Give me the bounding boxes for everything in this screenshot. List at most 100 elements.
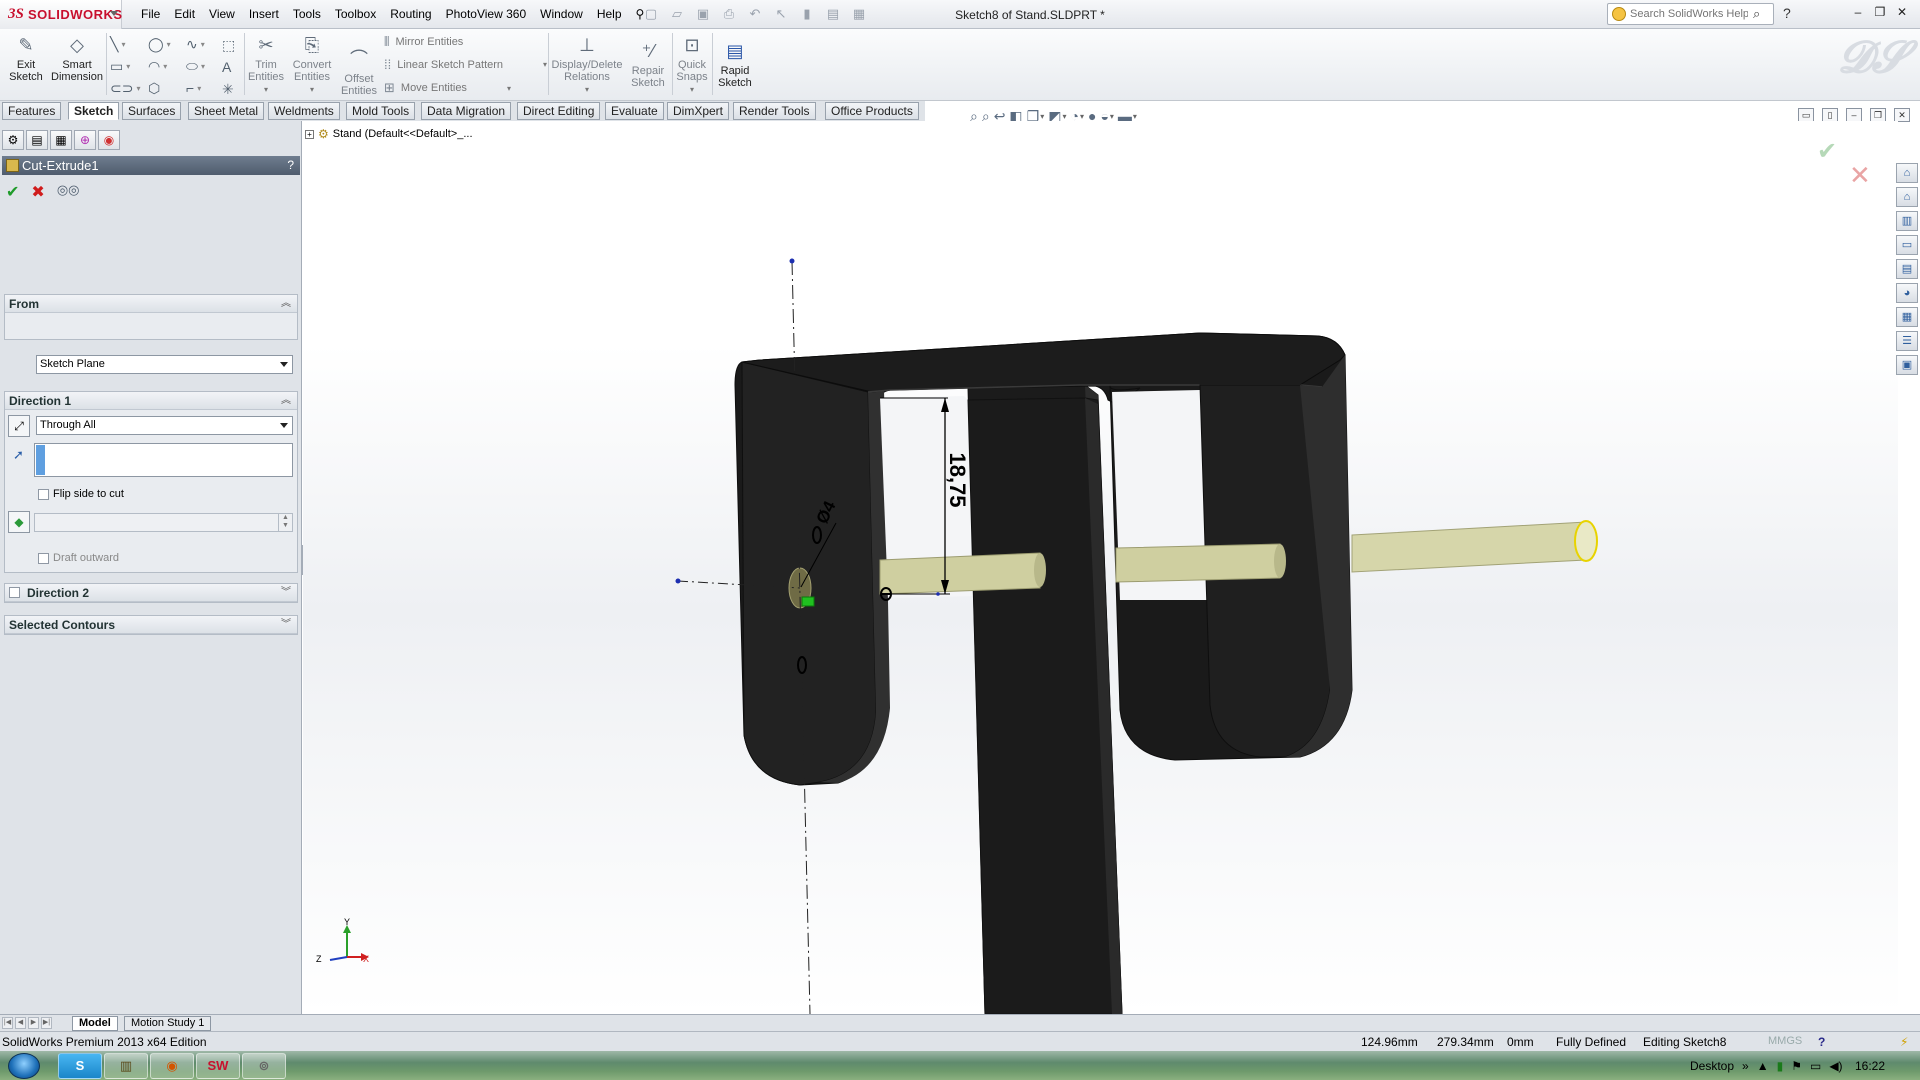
logo-menu-arrow-icon[interactable] [110, 11, 118, 16]
linear-sketch-pattern-button[interactable]: ⁞⁞ Linear Sketch Pattern ▾ [384, 57, 547, 72]
flip-side-checkbox[interactable]: Flip side to cut [38, 488, 124, 500]
tab-evaluate[interactable]: Evaluate [605, 102, 664, 120]
other-app-icon[interactable]: ⊚ [242, 1053, 286, 1079]
tray-expand-icon[interactable]: » [1742, 1059, 1749, 1073]
custom-properties-icon[interactable]: ▦ [1896, 307, 1918, 327]
print-icon[interactable]: ⎙ [718, 4, 740, 24]
new-document-icon[interactable]: ▢ [640, 4, 662, 24]
convert-entities-button[interactable]: ⎘ Convert Entities ▾ [288, 32, 336, 96]
shaft-end-face[interactable] [1574, 520, 1598, 562]
undo-icon[interactable]: ↶ [744, 4, 766, 24]
tab-sheet-metal[interactable]: Sheet Metal [188, 102, 265, 120]
display-manager-icon[interactable]: ◉ [98, 130, 120, 150]
first-tab-arrow-icon[interactable]: |◀ [2, 1017, 13, 1029]
options-icon[interactable]: ▦ [848, 4, 870, 24]
model-scene[interactable]: 18,75 Ø4 Y X Z [303, 121, 1898, 1014]
from-group-header[interactable]: From ︽ [5, 295, 297, 313]
expand-plus-icon[interactable]: + [305, 129, 314, 139]
volume-icon[interactable]: ◀) [1829, 1059, 1842, 1073]
menu-help[interactable]: Help [590, 0, 629, 29]
menu-toolbox[interactable]: Toolbox [328, 0, 383, 29]
tab-sketch[interactable]: Sketch [68, 102, 120, 120]
tab-mold-tools[interactable]: Mold Tools [346, 102, 416, 120]
draft-angle-input[interactable]: ▲ ▼ [34, 513, 293, 532]
search-input[interactable] [1630, 6, 1748, 22]
viewport-close-icon[interactable]: ✕ [1894, 108, 1910, 122]
text-icon[interactable]: A [222, 59, 231, 75]
clock[interactable]: 16:22 [1855, 1059, 1885, 1073]
solidworks-taskbar-icon[interactable]: SW [196, 1053, 240, 1079]
arc-icon[interactable]: ◠ ▾ [148, 55, 186, 77]
view-palette-icon[interactable]: ▤ [1896, 259, 1918, 279]
menu-file[interactable]: File [134, 0, 167, 29]
monitor-icon[interactable]: ▭ [1810, 1059, 1821, 1073]
menu-tools[interactable]: Tools [286, 0, 328, 29]
plane-icon[interactable]: ⬚ [222, 37, 235, 54]
open-icon[interactable]: ▱ [666, 4, 688, 24]
direction-vector-listbox[interactable] [34, 443, 293, 477]
direction2-checkbox[interactable] [9, 587, 20, 598]
configuration-manager-icon[interactable]: ▦ [50, 130, 72, 150]
save-icon[interactable]: ▣ [692, 4, 714, 24]
direction2-group-header[interactable]: Direction 2 ︾ [5, 584, 297, 602]
viewport-restore-icon[interactable]: ❐ [1870, 108, 1886, 122]
tab-motion-study[interactable]: Motion Study 1 [124, 1016, 212, 1031]
selected-contours-header[interactable]: Selected Contours ︾ [5, 616, 297, 634]
forum-icon[interactable]: ☰ [1896, 331, 1918, 351]
left-arm[interactable] [741, 361, 877, 786]
ellipse-icon[interactable]: ⬭ ▾ [186, 55, 224, 77]
vertical-dimension-value[interactable]: 18,75 [945, 452, 970, 507]
menu-insert[interactable]: Insert [242, 0, 286, 29]
feature-tree-flyout[interactable]: + ⚙ Stand (Default<<Default>_... [305, 127, 473, 141]
tab-surfaces[interactable]: Surfaces [122, 102, 182, 120]
tab-direct-editing[interactable]: Direct Editing [517, 102, 601, 120]
restore-icon[interactable]: ❐ [1872, 4, 1888, 20]
desktop-label[interactable]: Desktop [1690, 1059, 1734, 1073]
trim-entities-button[interactable]: ✂ Trim Entities ▾ [246, 32, 286, 96]
tab-dimxpert[interactable]: DimXpert [667, 102, 730, 120]
expand-chevron-icon[interactable]: ︾ [281, 584, 291, 602]
viewport-minimize-icon[interactable]: – [1846, 108, 1862, 122]
draft-outward-checkbox[interactable]: Draft outward [38, 552, 119, 564]
tab-data-migration[interactable]: Data Migration [421, 102, 512, 120]
split-horizontal-icon[interactable]: ▭ [1798, 108, 1814, 122]
menu-window[interactable]: Window [533, 0, 590, 29]
rebuild-status-icon[interactable]: ⚡ [1900, 1035, 1908, 1049]
detailed-preview-icon[interactable]: ◎◎ [57, 182, 80, 202]
home-icon[interactable]: ⌂ [1896, 187, 1918, 207]
display-delete-relations-button[interactable]: ⊥ Display/Delete Relations ▾ [550, 32, 624, 96]
menu-photoview[interactable]: PhotoView 360 [439, 0, 534, 29]
point-icon[interactable]: ✳ [222, 81, 234, 98]
spin-arrows-icon[interactable]: ▲ ▼ [278, 514, 292, 531]
mirror-entities-button[interactable]: ⫴ Mirror Entities [384, 34, 463, 50]
property-manager-icon[interactable]: ▤ [26, 130, 48, 150]
last-tab-arrow-icon[interactable]: ▶| [41, 1017, 52, 1029]
confirm-cancel-x-icon[interactable]: ✕ [1849, 160, 1871, 191]
design-library-icon[interactable]: ▥ [1896, 211, 1918, 231]
confirm-ok-check-icon[interactable]: ✔ [1817, 137, 1837, 166]
menu-edit[interactable]: Edit [167, 0, 202, 29]
quick-snaps-button[interactable]: ⊡ Quick Snaps ▾ [674, 32, 710, 96]
file-manager-icon[interactable]: ▥ [104, 1053, 148, 1079]
smart-dimension-button[interactable]: ◇ Smart Dimension [50, 32, 104, 83]
solidworks-resources-icon[interactable]: ⌂ [1896, 163, 1918, 183]
ok-check-icon[interactable]: ✔ [6, 182, 19, 202]
menu-routing[interactable]: Routing [383, 0, 438, 29]
help-icon[interactable]: ? [1783, 5, 1791, 21]
graphics-area[interactable]: 18,75 Ø4 Y X Z [303, 121, 1898, 1014]
prev-tab-arrow-icon[interactable]: ◀ [15, 1017, 26, 1029]
rectangle-icon[interactable]: ▭ ▾ [110, 55, 148, 77]
units-selector[interactable]: MMGS [1768, 1035, 1802, 1047]
polygon-icon[interactable]: ⬡ [148, 77, 186, 99]
from-select[interactable]: Sketch Plane [36, 355, 293, 374]
show-hidden-icons-icon[interactable]: ▲ [1757, 1059, 1769, 1073]
minimize-icon[interactable]: – [1850, 4, 1866, 20]
spline-icon[interactable]: ∿ ▾ [186, 33, 224, 55]
tab-office-products[interactable]: Office Products [825, 102, 919, 120]
cancel-x-icon[interactable]: ✖ [31, 182, 44, 202]
expand-chevron-icon[interactable]: ︾ [281, 616, 291, 634]
close-icon[interactable]: ✕ [1894, 4, 1910, 20]
slot-icon[interactable]: ⊂⊃ ▾ [110, 77, 148, 99]
next-tab-arrow-icon[interactable]: ▶ [28, 1017, 39, 1029]
network-icon[interactable]: ▮ [1777, 1059, 1784, 1073]
